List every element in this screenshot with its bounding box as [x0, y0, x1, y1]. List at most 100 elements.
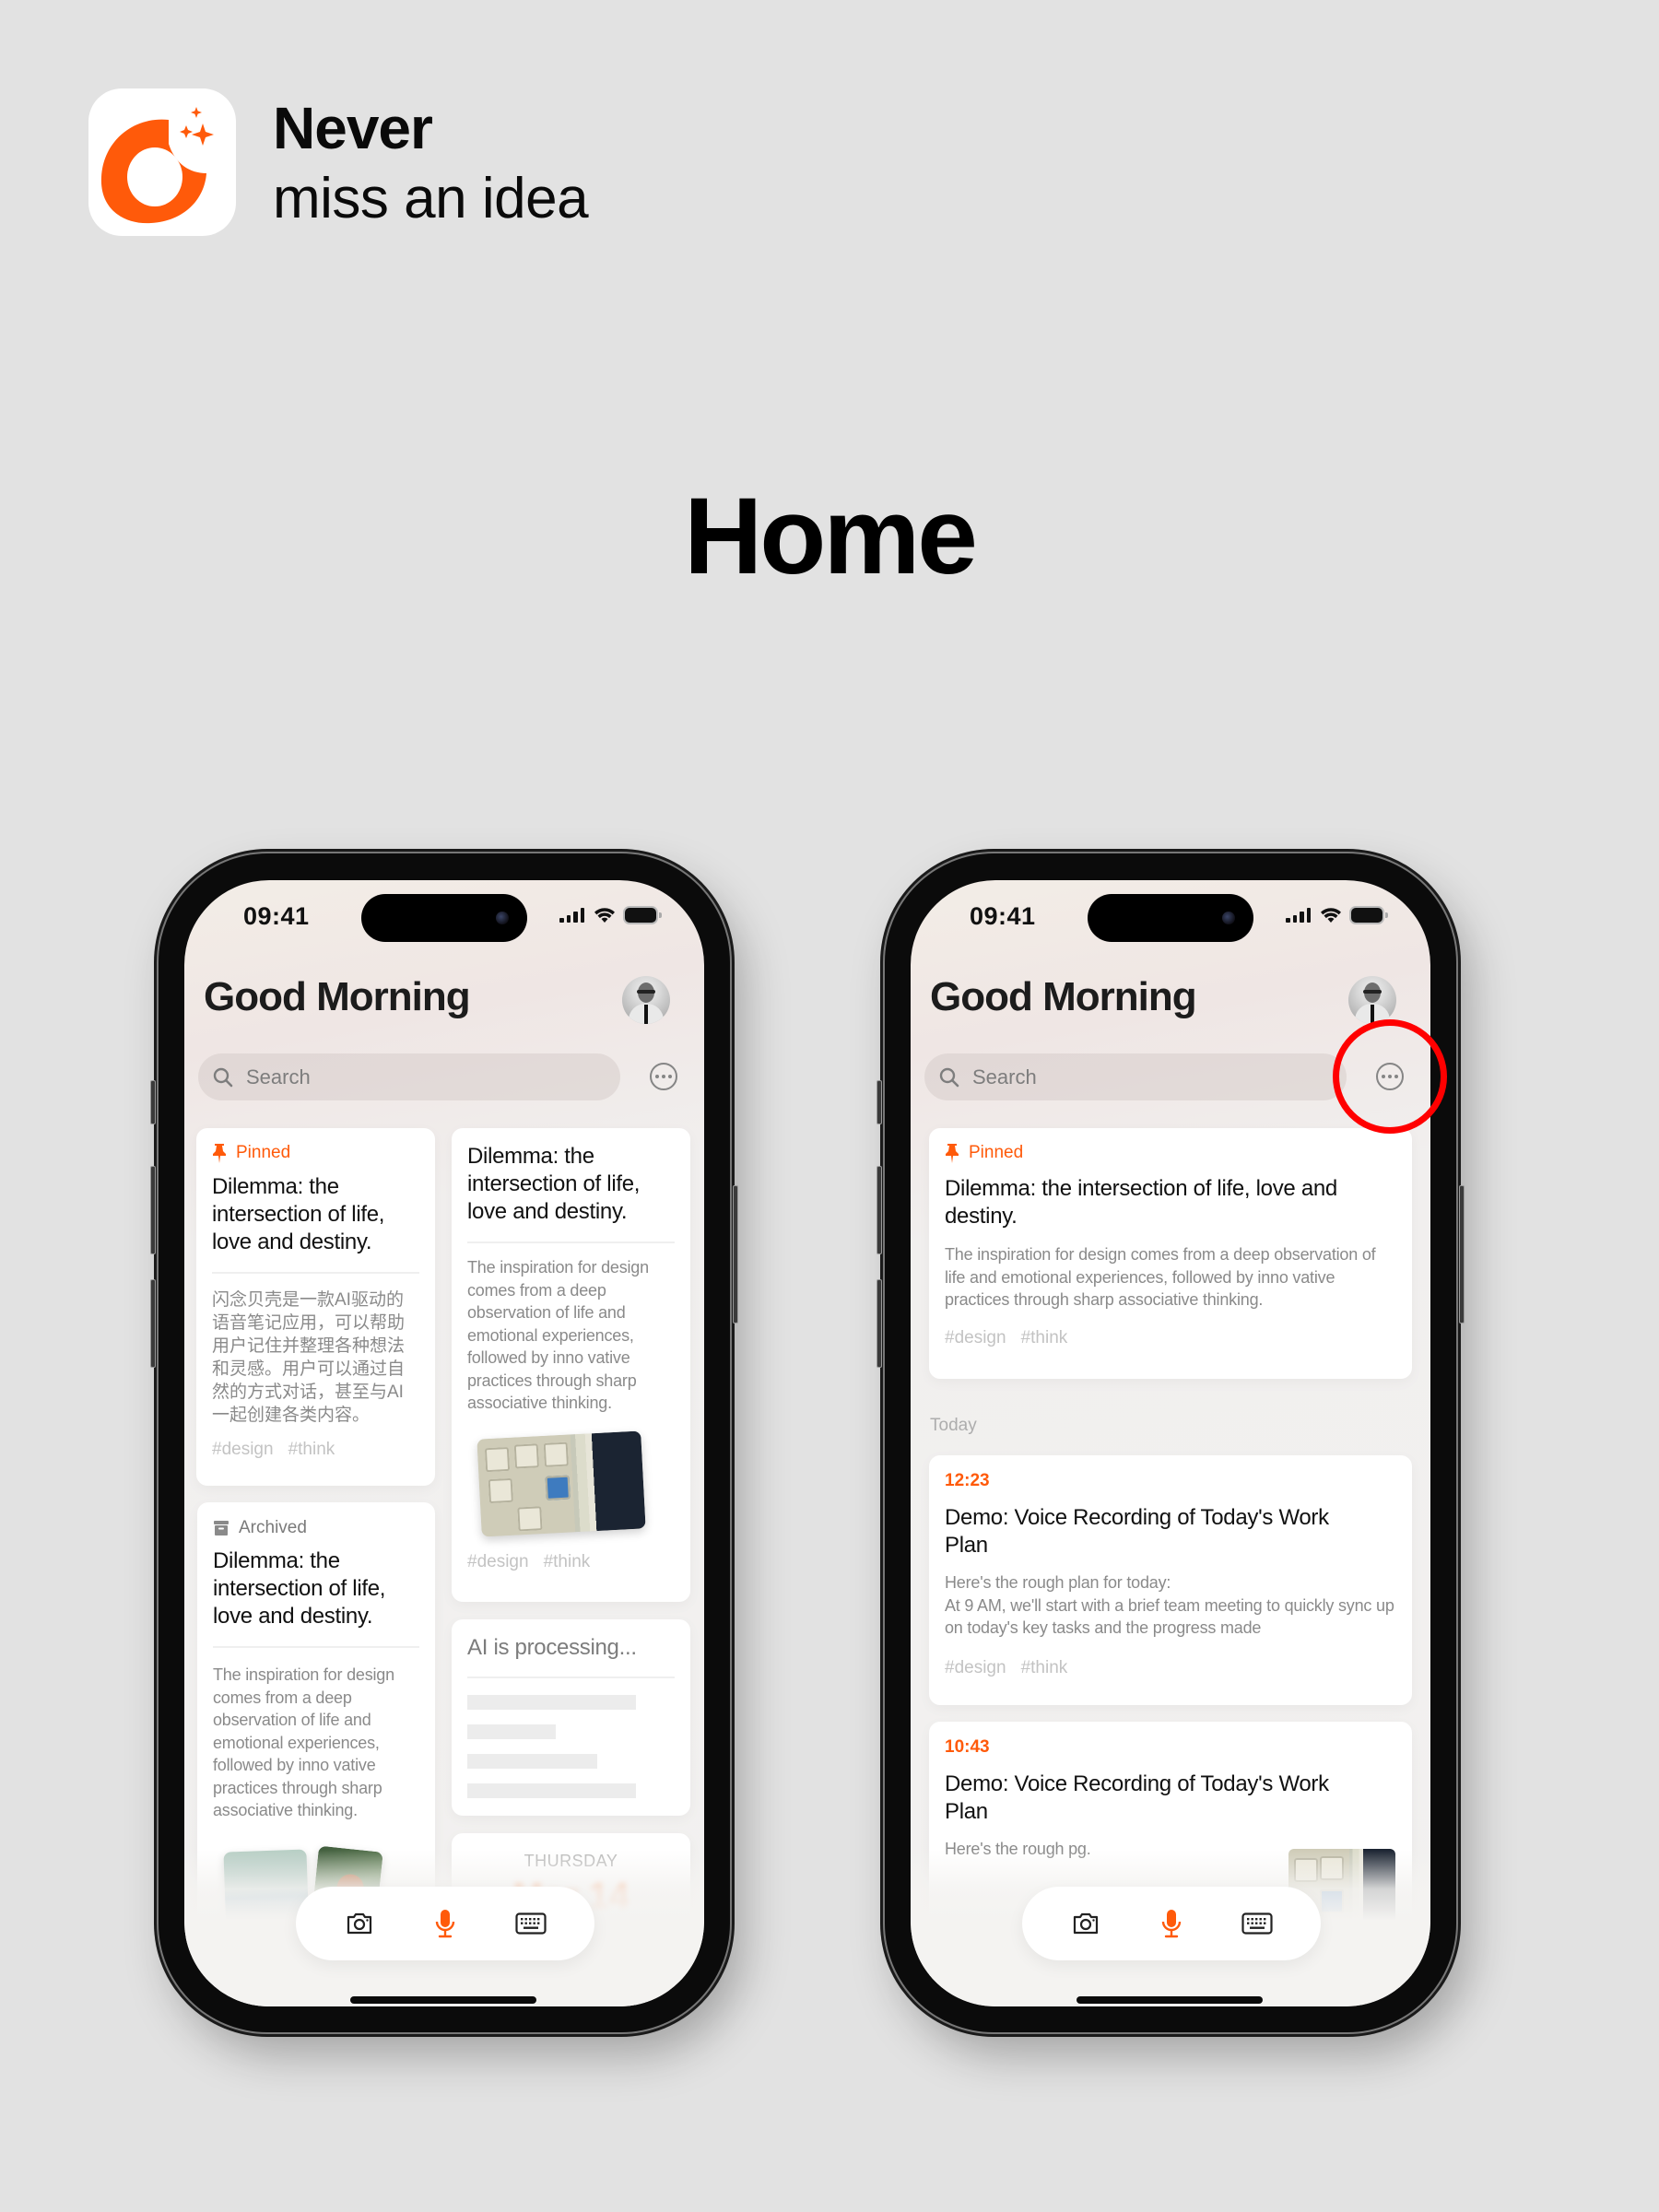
wifi-icon	[594, 908, 615, 923]
keyboard-button[interactable]	[1237, 1903, 1277, 1944]
tag[interactable]: #think	[288, 1440, 335, 1460]
keyboard-icon	[1241, 1912, 1273, 1935]
search-icon	[213, 1067, 233, 1087]
battery-icon	[1351, 908, 1388, 923]
status-icons	[1286, 907, 1388, 924]
more-options-button[interactable]	[1376, 1063, 1404, 1090]
volume-down-button	[877, 1279, 882, 1368]
skeleton-line	[467, 1783, 636, 1798]
camera-button[interactable]	[339, 1903, 380, 1944]
tag[interactable]: #design	[212, 1440, 274, 1460]
keyboard-icon	[515, 1912, 547, 1935]
section-title: Home	[684, 476, 978, 597]
tagline-regular: miss an idea	[273, 167, 589, 230]
note-body: 闪念贝壳是一款AI驱动的语音笔记应用，可以帮助用户记住并整理各种想法和灵感。用户…	[212, 1290, 406, 1425]
note-photo[interactable]	[477, 1430, 646, 1537]
pin-icon	[946, 1144, 959, 1163]
tag-list: #design #think	[212, 1440, 419, 1460]
tag-list: #design #think	[945, 1328, 1396, 1348]
search-input[interactable]: Search	[924, 1053, 1347, 1100]
home-indicator[interactable]	[350, 1996, 536, 2004]
phone-mockup-right: 09:41 Good Morning Search Pinned Dilemma…	[877, 853, 1465, 2032]
search-placeholder: Search	[246, 1065, 311, 1088]
camera-icon	[1073, 1912, 1098, 1935]
note-title: Dilemma: the intersection of life, love …	[213, 1548, 386, 1629]
tag[interactable]: #think	[1021, 1328, 1068, 1348]
divider	[212, 1272, 419, 1274]
status-time: 09:41	[243, 902, 310, 930]
wifi-icon	[1321, 908, 1341, 923]
camera-lens-icon	[1222, 912, 1235, 924]
volume-up-button	[877, 1166, 882, 1254]
note-card[interactable]: Dilemma: the intersection of life, love …	[452, 1128, 690, 1602]
tagline-bold: Never	[273, 95, 433, 161]
note-body: The inspiration for design comes from a …	[945, 1245, 1376, 1309]
volume-down-button	[150, 1279, 156, 1368]
camera-button[interactable]	[1065, 1903, 1106, 1944]
camera-icon	[347, 1912, 371, 1935]
tag-list: #design #think	[467, 1552, 590, 1572]
ai-processing-card[interactable]: AI is processing...	[452, 1619, 690, 1816]
microphone-icon	[435, 1910, 455, 1938]
note-title: Demo: Voice Recording of Today's Work Pl…	[945, 1771, 1329, 1824]
note-title: Dilemma: the intersection of life, love …	[212, 1174, 385, 1254]
home-indicator[interactable]	[1077, 1996, 1263, 2004]
note-body: The inspiration for design comes from a …	[467, 1258, 649, 1412]
camera-lens-icon	[496, 912, 509, 924]
archived-badge: Archived	[213, 1518, 419, 1538]
power-button	[733, 1185, 738, 1324]
phone-screen: 09:41 Good Morning Search Pinned Dilemma…	[184, 880, 704, 2006]
app-icon	[88, 88, 236, 236]
loading-skeleton	[467, 1695, 675, 1798]
cellular-signal-icon	[1286, 908, 1311, 923]
pin-icon	[213, 1144, 226, 1163]
tag[interactable]: #design	[467, 1552, 529, 1572]
battery-icon	[625, 908, 662, 923]
divider	[467, 1677, 675, 1678]
microphone-icon	[1161, 1910, 1182, 1938]
status-icons	[559, 907, 662, 924]
skeleton-line	[467, 1695, 636, 1710]
search-input[interactable]: Search	[198, 1053, 620, 1100]
greeting-title: Good Morning	[204, 974, 471, 1019]
tag[interactable]: #design	[945, 1328, 1006, 1348]
divider	[213, 1646, 419, 1648]
section-label-today: Today	[930, 1416, 977, 1435]
record-voice-button[interactable]	[1151, 1903, 1192, 1944]
tag[interactable]: #think	[1021, 1658, 1068, 1678]
note-body: Here's the rough plan for today: At 9 AM…	[945, 1573, 1394, 1637]
skeleton-line	[467, 1724, 556, 1739]
keyboard-button[interactable]	[511, 1903, 551, 1944]
note-body: The inspiration for design comes from a …	[213, 1665, 394, 1819]
dynamic-island	[1088, 894, 1253, 942]
tag[interactable]: #design	[945, 1658, 1006, 1678]
processing-status: AI is processing...	[467, 1635, 637, 1660]
record-voice-button[interactable]	[425, 1903, 465, 1944]
phone-mockup-left: 09:41 Good Morning Search Pinned Dilemma…	[150, 853, 738, 2032]
note-time: 10:43	[945, 1737, 990, 1757]
more-options-button[interactable]	[650, 1063, 677, 1090]
user-avatar[interactable]	[622, 976, 670, 1024]
pinned-badge: Pinned	[945, 1143, 1396, 1163]
power-button	[1459, 1185, 1465, 1324]
phone-screen: 09:41 Good Morning Search Pinned Dilemma…	[911, 880, 1430, 2006]
cellular-signal-icon	[559, 908, 584, 923]
archive-icon	[214, 1521, 229, 1535]
note-card-pinned[interactable]: Pinned Dilemma: the intersection of life…	[196, 1128, 435, 1486]
pinned-badge: Pinned	[212, 1143, 419, 1163]
tag[interactable]: #think	[544, 1552, 591, 1572]
search-icon	[939, 1067, 959, 1087]
action-button	[877, 1080, 882, 1124]
tag-list: #design #think	[945, 1658, 1396, 1678]
status-time: 09:41	[970, 902, 1036, 930]
more-options-icon	[655, 1075, 659, 1078]
note-card-pinned[interactable]: Pinned Dilemma: the intersection of life…	[929, 1128, 1412, 1379]
note-title: Demo: Voice Recording of Today's Work Pl…	[945, 1505, 1329, 1558]
greeting-title: Good Morning	[930, 974, 1197, 1019]
app-logo-donut-sparkle-icon	[100, 107, 214, 224]
user-avatar[interactable]	[1348, 976, 1396, 1024]
note-title: Dilemma: the intersection of life, love …	[467, 1144, 641, 1224]
skeleton-line	[467, 1754, 597, 1769]
note-card[interactable]: 12:23 Demo: Voice Recording of Today's W…	[929, 1455, 1412, 1705]
action-button	[150, 1080, 156, 1124]
